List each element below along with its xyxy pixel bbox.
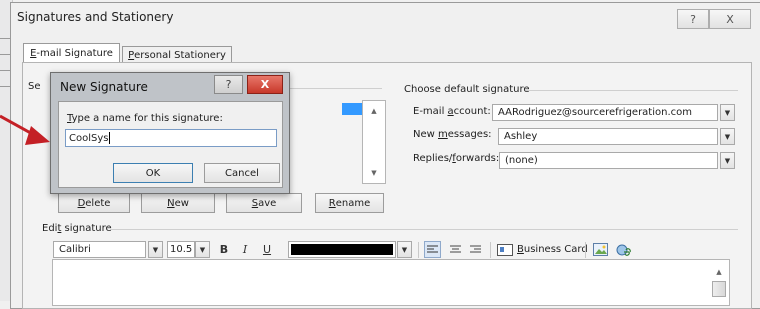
modal-close-button[interactable]: X — [247, 75, 283, 94]
help-button[interactable]: ? — [677, 9, 709, 29]
font-value: Calibri — [59, 244, 91, 255]
cancel-button[interactable]: Cancel — [204, 163, 280, 183]
modal-title: New Signature — [60, 80, 148, 94]
scroll-up-icon[interactable]: ▲ — [712, 266, 726, 278]
button-accel: R — [328, 197, 336, 209]
font-color-swatch — [291, 244, 393, 255]
hyperlink-icon[interactable] — [614, 241, 632, 258]
signature-name-value: CoolSys — [69, 132, 109, 144]
new-messages-select[interactable]: Ashley — [498, 128, 718, 145]
email-account-value: AARodriguez@sourcerefrigeration.com — [498, 107, 692, 118]
align-center-icon[interactable] — [447, 241, 464, 258]
group-divider — [290, 88, 382, 89]
new-button[interactable]: New — [141, 193, 215, 213]
group-divider — [526, 90, 738, 91]
replies-forwards-select[interactable]: (none) — [499, 152, 718, 169]
button-label: elete — [85, 197, 111, 209]
dialog-title: Signatures and Stationery — [17, 10, 174, 24]
signature-editor[interactable] — [52, 259, 730, 306]
italic-button[interactable]: I — [237, 241, 253, 258]
rename-button[interactable]: Rename — [315, 193, 384, 213]
signature-list-scrollbar[interactable]: ▲ ▼ — [362, 100, 386, 184]
new-messages-label: New messages: — [413, 129, 492, 140]
tab-label: -mail Signature — [36, 48, 113, 59]
chevron-down-icon[interactable]: ▼ — [720, 128, 735, 145]
business-card-label: usiness Card — [523, 244, 588, 255]
new-messages-value: Ashley — [504, 131, 538, 142]
help-icon: ? — [690, 12, 696, 26]
button-accel: D — [77, 197, 86, 209]
tab-email-signature[interactable]: E -mail Signature — [23, 43, 120, 63]
signature-name-input[interactable]: CoolSys — [65, 129, 277, 147]
scroll-up-icon[interactable]: ▲ — [367, 105, 381, 117]
default-signature-title: Choose default signature — [404, 84, 530, 95]
signature-name-prompt: Type a name for this signature: — [67, 113, 223, 124]
font-size-value: 10.5 — [170, 244, 193, 255]
replies-forwards-label: Replies/forwards: — [413, 153, 500, 164]
close-icon: X — [726, 12, 734, 26]
selected-signature-highlight[interactable] — [342, 103, 362, 115]
scroll-thumb[interactable] — [712, 281, 726, 297]
bold-button[interactable]: B — [216, 241, 232, 258]
chevron-down-icon[interactable]: ▼ — [720, 104, 735, 121]
font-size-select[interactable]: 10.5 — [167, 241, 195, 258]
ok-button[interactable]: OK — [113, 163, 193, 183]
button-accel: N — [167, 197, 175, 209]
chevron-down-icon[interactable]: ▼ — [148, 241, 163, 258]
business-card-icon — [497, 243, 513, 256]
help-icon: ? — [225, 78, 232, 91]
chevron-down-icon[interactable]: ▼ — [195, 241, 210, 258]
button-label: ew — [174, 197, 189, 209]
new-signature-dialog: New Signature ? X Type a name for this s… — [50, 72, 290, 194]
editor-scrollbar[interactable]: ▲ — [712, 266, 726, 300]
delete-button[interactable]: Delete — [58, 193, 130, 213]
insert-picture-icon[interactable] — [591, 241, 609, 258]
scroll-down-icon[interactable]: ▼ — [367, 167, 381, 179]
close-icon: X — [260, 78, 270, 91]
select-signature-label: Se — [28, 81, 41, 92]
align-right-icon[interactable] — [467, 241, 484, 258]
email-account-select[interactable]: AARodriguez@sourcerefrigeration.com — [492, 104, 718, 121]
font-color-select[interactable] — [288, 241, 396, 258]
business-card-button[interactable]: Business Card — [497, 241, 588, 258]
underline-button[interactable]: U — [259, 241, 275, 258]
chevron-down-icon[interactable]: ▼ — [397, 241, 412, 258]
modal-help-button[interactable]: ? — [214, 75, 243, 94]
edit-signature-title: Edit signature — [42, 223, 112, 234]
font-select[interactable]: Calibri — [53, 241, 146, 258]
button-label: ename — [335, 197, 371, 209]
replies-forwards-value: (none) — [505, 155, 538, 166]
button-label: ave — [258, 197, 277, 209]
red-arrow-icon — [0, 114, 50, 145]
text-cursor — [109, 132, 111, 144]
align-left-icon[interactable] — [424, 241, 441, 258]
tab-label: ersonal Stationery — [134, 50, 226, 61]
close-button[interactable]: X — [709, 9, 751, 29]
email-account-label: E-mail account: — [413, 106, 491, 117]
save-button[interactable]: Save — [226, 193, 302, 213]
toolbar-divider — [418, 242, 419, 258]
toolbar-divider — [490, 242, 491, 258]
group-divider — [110, 229, 738, 230]
toolbar-divider — [585, 242, 586, 258]
chevron-down-icon[interactable]: ▼ — [720, 152, 735, 169]
